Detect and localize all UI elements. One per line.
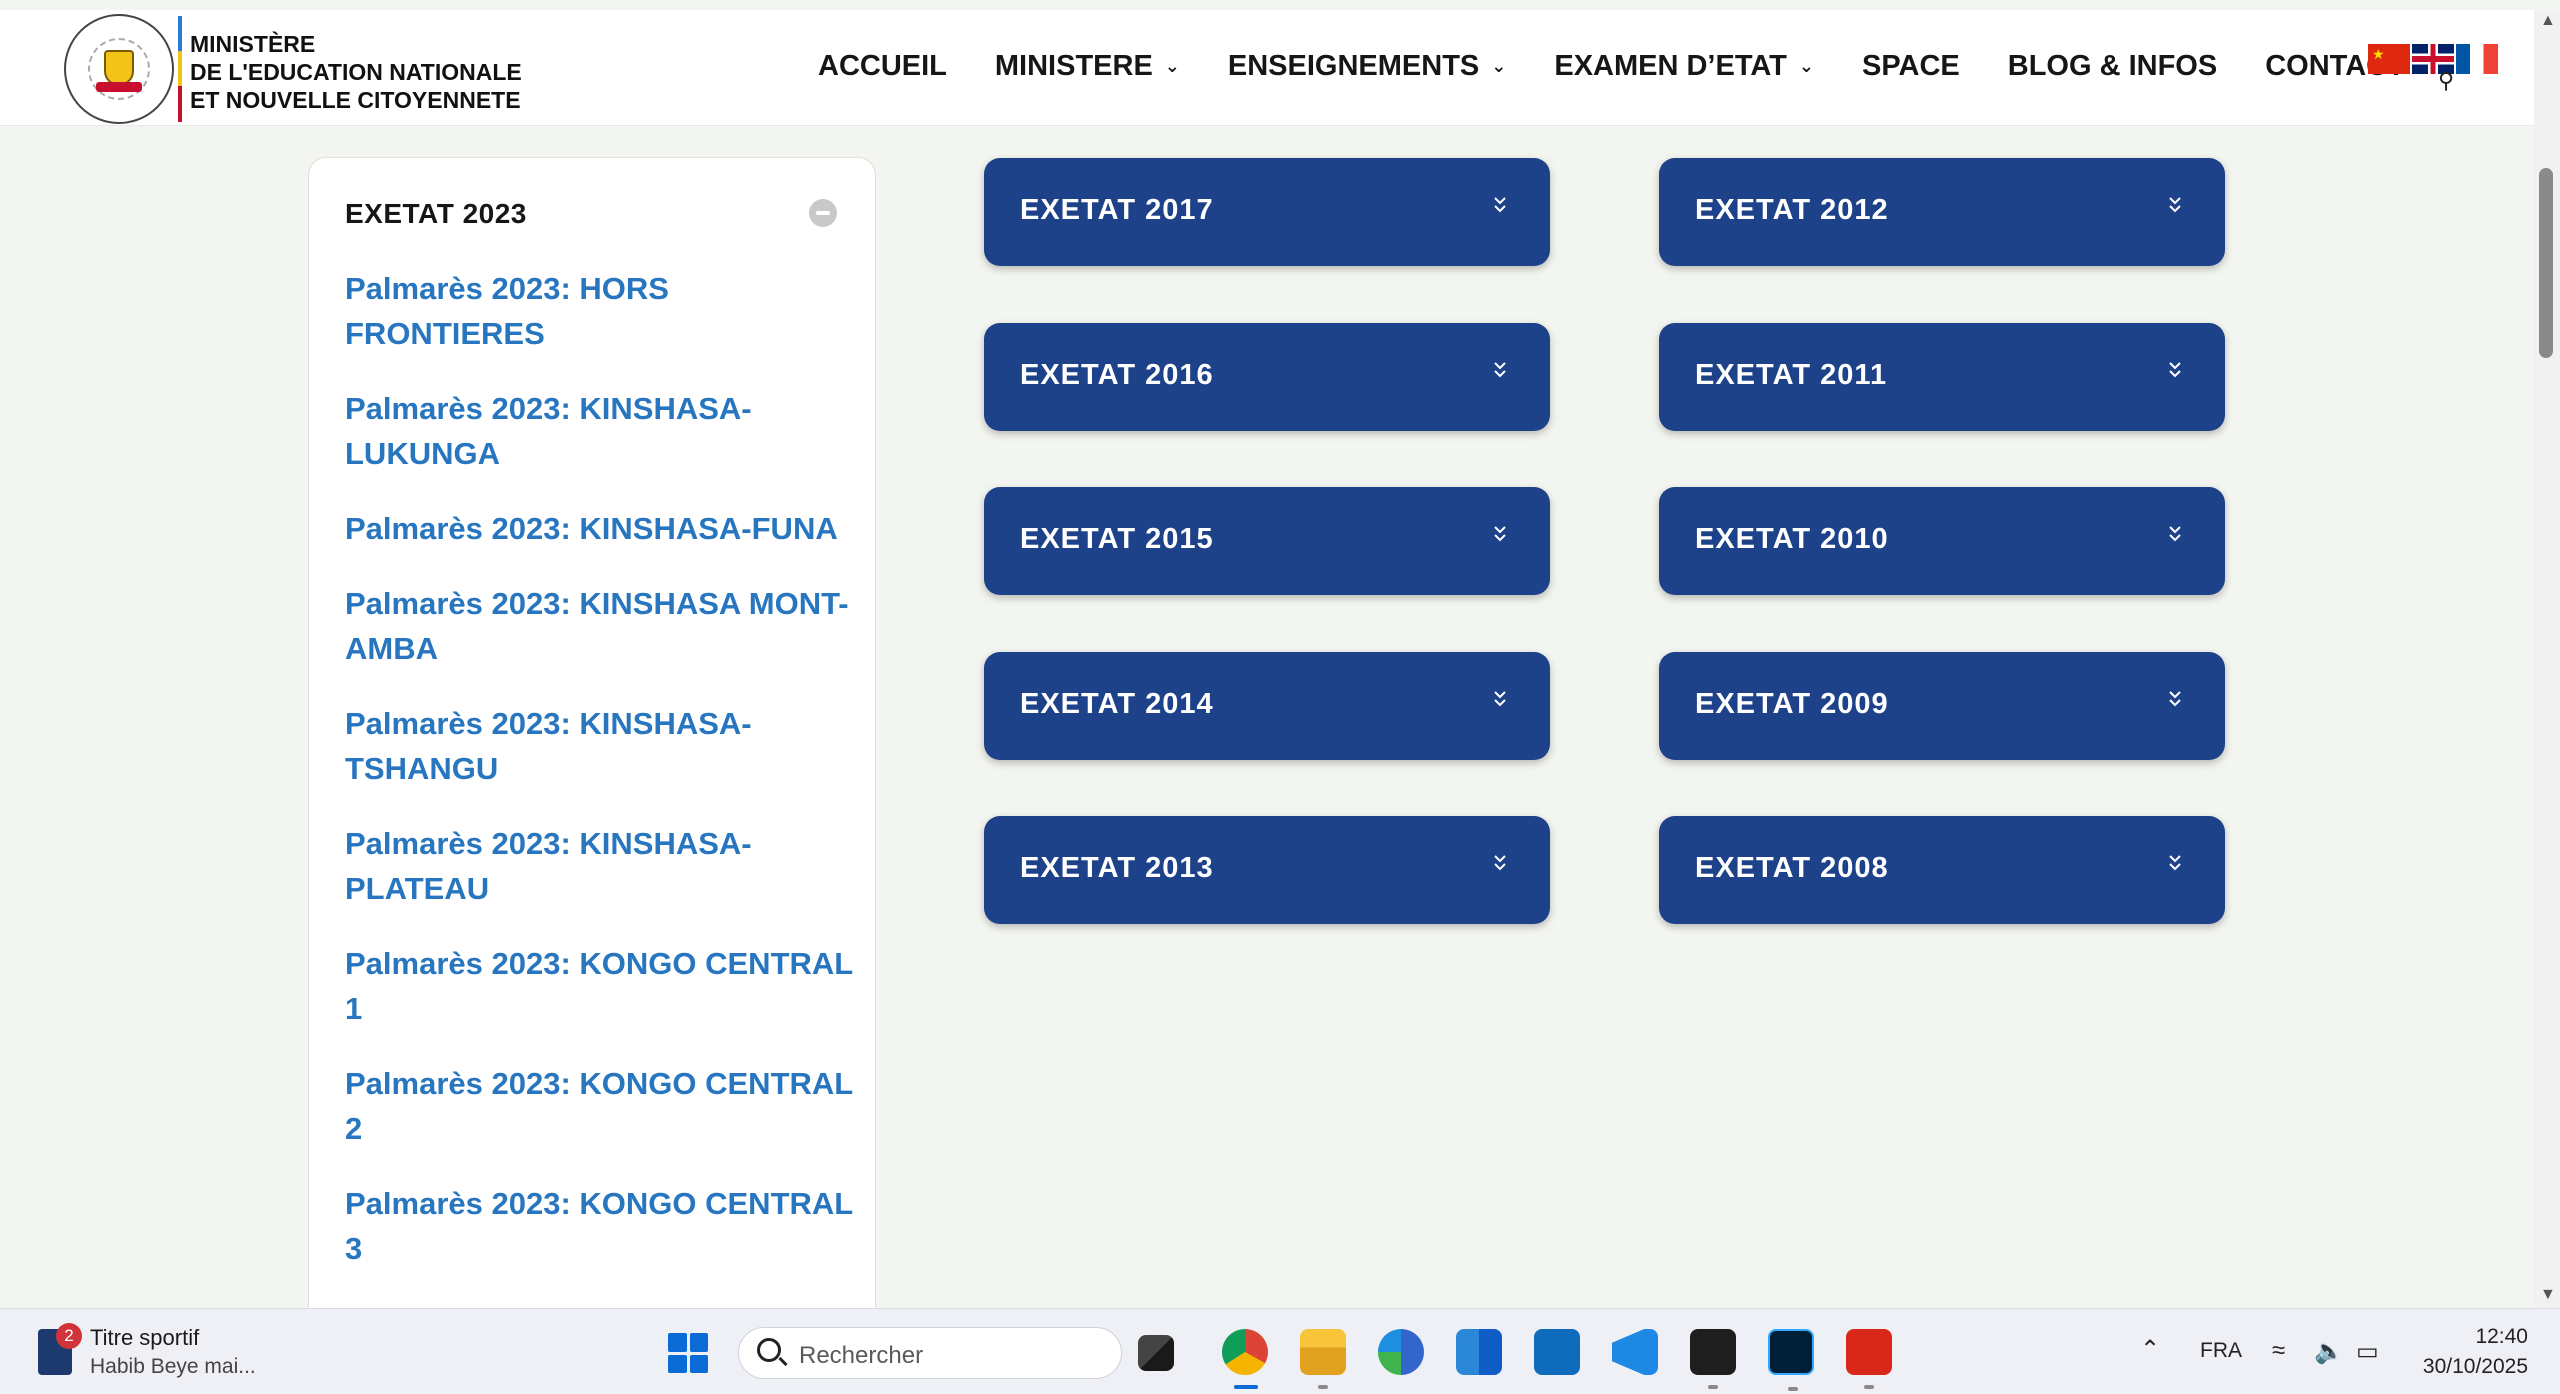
double-chevron-down-icon bbox=[1492, 852, 1508, 876]
edge-icon[interactable] bbox=[1378, 1329, 1424, 1375]
search-icon bbox=[757, 1338, 781, 1362]
palmares-link[interactable]: Palmarès 2023: KINSHASA-FUNA bbox=[345, 506, 855, 551]
nav-space[interactable]: SPACE bbox=[1862, 50, 1960, 83]
nav-ministere[interactable]: MINISTERE ⌄ bbox=[995, 50, 1180, 83]
main-nav: ACCUEIL MINISTERE ⌄ ENSEIGNEMENTS ⌄ EXAMEN… bbox=[818, 50, 2453, 83]
windows-taskbar: 2 Titre sportif Habib Beye mai... Recher… bbox=[0, 1308, 2560, 1394]
scroll-down-arrow-icon[interactable]: ▼ bbox=[2540, 1286, 2556, 1304]
notification-badge: 2 bbox=[56, 1323, 82, 1349]
collapse-minus-icon[interactable] bbox=[809, 199, 837, 227]
clock-date[interactable]: 30/10/2025 bbox=[2412, 1355, 2528, 1379]
scroll-up-arrow-icon[interactable]: ▲ bbox=[2540, 12, 2556, 30]
chevron-down-icon: ⌄ bbox=[1164, 56, 1180, 76]
site-header: MINISTÈRE DE L'EDUCATION NATIONALE ET NO… bbox=[0, 10, 2534, 126]
accordion-label: EXETAT 2012 bbox=[1695, 194, 1889, 226]
accordion-label: EXETAT 2010 bbox=[1695, 523, 1889, 555]
language-switcher bbox=[2368, 44, 2500, 74]
palmares-list: Palmarès 2023: HORS FRONTIERES Palmarès … bbox=[345, 266, 855, 1301]
double-chevron-down-icon bbox=[2167, 852, 2183, 876]
accordion-label: EXETAT 2017 bbox=[1020, 194, 1214, 226]
accordion-exetat-2013[interactable]: EXETAT 2013 bbox=[984, 816, 1550, 924]
battery-icon[interactable]: ▭ bbox=[2356, 1337, 2379, 1366]
news-widget-subtitle[interactable]: Habib Beye mai... bbox=[90, 1355, 256, 1379]
nav-examen-detat[interactable]: EXAMEN D’ETAT ⌄ bbox=[1554, 50, 1814, 83]
accordion-exetat-2012[interactable]: EXETAT 2012 bbox=[1659, 158, 2225, 266]
show-hidden-icons-chevron-icon[interactable]: ⌃ bbox=[2140, 1335, 2160, 1364]
accordion-label: EXETAT 2013 bbox=[1020, 852, 1214, 884]
palmares-link[interactable]: Palmarès 2023: KINSHASA-LUKUNGA bbox=[345, 386, 855, 476]
nav-blog-infos[interactable]: BLOG & INFOS bbox=[2008, 50, 2217, 83]
palmares-link[interactable]: Palmarès 2023: KONGO CENTRAL 1 bbox=[345, 941, 855, 1031]
search-icon[interactable]: ⚲ bbox=[2438, 68, 2454, 94]
speaker-muted-icon[interactable]: 🔈 bbox=[2314, 1337, 2344, 1366]
chrome-icon[interactable] bbox=[1222, 1329, 1268, 1389]
flag-stripe bbox=[178, 16, 182, 122]
ribbon-icon bbox=[96, 82, 142, 92]
scrollbar-thumb[interactable] bbox=[2539, 168, 2553, 358]
accordion-label: EXETAT 2008 bbox=[1695, 852, 1889, 884]
outlook-icon[interactable] bbox=[1534, 1329, 1580, 1375]
accordion-exetat-2016[interactable]: EXETAT 2016 bbox=[984, 323, 1550, 431]
accordion-exetat-2015[interactable]: EXETAT 2015 bbox=[984, 487, 1550, 595]
double-chevron-down-icon bbox=[1492, 523, 1508, 547]
accordion-exetat-2008[interactable]: EXETAT 2008 bbox=[1659, 816, 2225, 924]
acrobat-icon[interactable] bbox=[1846, 1329, 1892, 1389]
logo-line-3: ET NOUVELLE CITOYENNETE bbox=[190, 87, 521, 113]
accordion-exetat-2010[interactable]: EXETAT 2010 bbox=[1659, 487, 2225, 595]
palmares-link[interactable]: Palmarès 2023: HORS FRONTIERES bbox=[345, 266, 855, 356]
ministry-seal-logo[interactable] bbox=[64, 14, 174, 124]
news-widget-title[interactable]: Titre sportif bbox=[90, 1325, 199, 1351]
accordion-exetat-2017[interactable]: EXETAT 2017 bbox=[984, 158, 1550, 266]
double-chevron-down-icon bbox=[2167, 194, 2183, 218]
france-flag-icon[interactable] bbox=[2456, 44, 2498, 74]
search-placeholder: Rechercher bbox=[799, 1342, 924, 1369]
chevron-down-icon: ⌄ bbox=[1798, 56, 1814, 76]
double-chevron-down-icon bbox=[2167, 523, 2183, 547]
nav-accueil[interactable]: ACCUEIL bbox=[818, 50, 947, 83]
task-view-icon[interactable] bbox=[1138, 1335, 1174, 1371]
vscode-icon[interactable] bbox=[1612, 1329, 1658, 1375]
panel-title: EXETAT 2023 bbox=[345, 198, 527, 229]
double-chevron-down-icon bbox=[1492, 359, 1508, 383]
chinese-flag-icon[interactable] bbox=[2368, 44, 2410, 74]
accordion-label: EXETAT 2009 bbox=[1695, 688, 1889, 720]
logo-line-2: DE L'EDUCATION NATIONALE bbox=[190, 59, 522, 85]
photoshop-icon[interactable] bbox=[1768, 1329, 1814, 1391]
accordion-label: EXETAT 2015 bbox=[1020, 523, 1214, 555]
double-chevron-down-icon bbox=[1492, 688, 1508, 712]
double-chevron-down-icon bbox=[1492, 194, 1508, 218]
chevron-down-icon: ⌄ bbox=[1491, 56, 1507, 76]
windows-start-icon[interactable] bbox=[668, 1333, 708, 1373]
accordion-exetat-2014[interactable]: EXETAT 2014 bbox=[984, 652, 1550, 760]
accordion-label: EXETAT 2016 bbox=[1020, 359, 1214, 391]
clock-time[interactable]: 12:40 bbox=[2472, 1325, 2528, 1349]
palmares-link[interactable]: Palmarès 2023: KINSHASA MONT-AMBA bbox=[345, 581, 855, 671]
exetat-2023-panel: EXETAT 2023 Palmarès 2023: HORS FRONTIER… bbox=[308, 157, 876, 1357]
accordion-label: EXETAT 2011 bbox=[1695, 359, 1888, 391]
input-language[interactable]: FRA bbox=[2200, 1339, 2242, 1363]
taskbar-search-box[interactable]: Rechercher bbox=[738, 1327, 1122, 1379]
palmares-link[interactable]: Palmarès 2023: KONGO CENTRAL 3 bbox=[345, 1181, 855, 1271]
file-explorer-icon[interactable] bbox=[1300, 1329, 1346, 1389]
double-chevron-down-icon bbox=[2167, 688, 2183, 712]
shield-icon bbox=[104, 50, 134, 86]
accordion-exetat-2011[interactable]: EXETAT 2011 bbox=[1659, 323, 2225, 431]
nav-enseignements[interactable]: ENSEIGNEMENTS ⌄ bbox=[1228, 50, 1506, 83]
double-chevron-down-icon bbox=[2167, 359, 2183, 383]
accordion-label: EXETAT 2014 bbox=[1020, 688, 1214, 720]
microsoft-store-icon[interactable] bbox=[1456, 1329, 1502, 1375]
palmares-link[interactable]: Palmarès 2023: KINSHASA-TSHANGU bbox=[345, 701, 855, 791]
logo-line-1: MINISTÈRE bbox=[190, 31, 316, 57]
palmares-link[interactable]: Palmarès 2023: KINSHASA-PLATEAU bbox=[345, 821, 855, 911]
ministry-name[interactable]: MINISTÈRE DE L'EDUCATION NATIONALE ET NO… bbox=[190, 30, 522, 114]
palmares-link[interactable]: Palmarès 2023: KONGO CENTRAL 2 bbox=[345, 1061, 855, 1151]
accordion-exetat-2009[interactable]: EXETAT 2009 bbox=[1659, 652, 2225, 760]
figma-icon[interactable] bbox=[1690, 1329, 1736, 1389]
wifi-icon[interactable]: ≈ bbox=[2272, 1337, 2285, 1365]
